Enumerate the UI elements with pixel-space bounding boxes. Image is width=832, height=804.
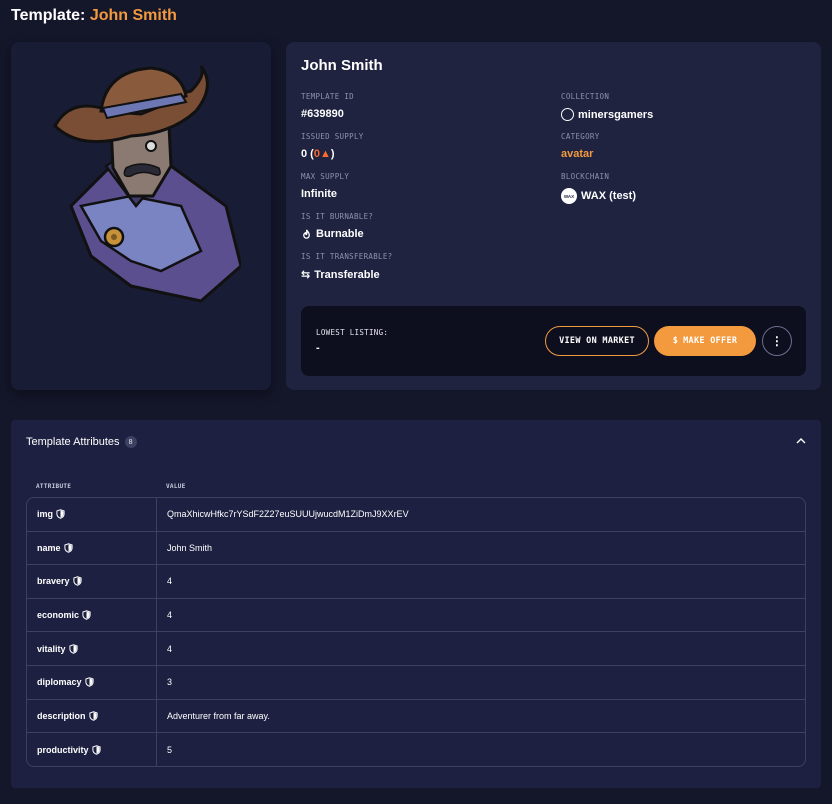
burned-close-paren: )	[330, 148, 335, 160]
attribute-name-cell: vitality	[27, 632, 157, 665]
burn-icon	[303, 228, 310, 239]
make-offer-button[interactable]: $ MAKE OFFER	[654, 326, 756, 356]
transferable-text: Transferable	[314, 268, 380, 281]
attribute-name-cell: diplomacy	[27, 665, 157, 699]
max-supply-field: MAX SUPPLY Infinite	[301, 172, 349, 200]
category-label: CATEGORY	[561, 132, 600, 141]
blockchain-label: BLOCKCHAIN	[561, 172, 610, 181]
page-title: Template: John Smith	[11, 7, 177, 25]
shield-icon	[88, 711, 98, 721]
shield-icon	[68, 643, 78, 654]
page-title-prefix: Template:	[11, 7, 86, 24]
burnable-text: Burnable	[316, 228, 364, 240]
table-row: description Adventurer from far away.	[27, 699, 805, 734]
lowest-listing-label: LOWEST LISTING:	[316, 328, 389, 337]
table-row: img QmaXhicwHfkc7rYSdF2Z27euSUUUjwucdM1Zi…	[27, 498, 805, 532]
attribute-value: 5	[167, 744, 173, 755]
attribute-value: Adventurer from far away.	[167, 710, 270, 721]
collection-name: minersgamers	[578, 108, 654, 121]
issued-supply-field: ISSUED SUPPLY 0 ( 0 ▲ )	[301, 132, 364, 160]
blockchain-field: BLOCKCHAIN WAX WAX (test)	[561, 172, 636, 204]
collection-link[interactable]: minersgamers	[561, 108, 653, 121]
attribute-name: description	[37, 710, 86, 721]
table-row: bravery 4	[27, 565, 805, 599]
more-vertical-icon: ⋮	[770, 334, 784, 348]
attribute-name-cell: bravery	[27, 565, 157, 598]
attributes-table: img QmaXhicwHfkc7rYSdF2Z27euSUUUjwucdM1Zi…	[26, 497, 806, 767]
attribute-name: name	[37, 542, 61, 553]
transferable-field: IS IT TRANSFERABLE? ⇆ Transferable	[301, 252, 393, 281]
attribute-name: productivity	[37, 744, 89, 755]
attribute-value: 3	[167, 677, 173, 688]
template-info-card: John Smith TEMPLATE ID #639890 COLLECTIO…	[286, 42, 821, 390]
collection-field: COLLECTION minersgamers	[561, 92, 653, 121]
template-name: John Smith	[301, 57, 383, 74]
page-title-name: John Smith	[89, 7, 177, 24]
attribute-name: vitality	[37, 643, 66, 654]
template-attributes-section: Template Attributes 8 ATTRIBUTE VALUE im…	[11, 420, 821, 788]
template-image	[53, 65, 241, 303]
shield-icon	[72, 576, 82, 587]
transferable-value: ⇆ Transferable	[301, 268, 393, 282]
template-id-field: TEMPLATE ID #639890	[301, 92, 354, 120]
make-offer-label: MAKE OFFER	[683, 336, 738, 346]
flame-icon: ▲	[319, 148, 331, 160]
shield-icon	[63, 543, 73, 553]
attribute-name-cell: name	[27, 531, 157, 565]
wax-logo-icon: WAX	[561, 188, 577, 204]
template-id-value: #639890	[301, 108, 344, 120]
issued-supply-value: 0 ( 0 ▲ )	[301, 148, 364, 160]
template-id-label: TEMPLATE ID	[301, 92, 354, 101]
transferable-label: IS IT TRANSFERABLE?	[301, 252, 393, 261]
view-on-market-button[interactable]: VIEW ON MARKET	[545, 326, 649, 356]
attribute-name-cell: economic	[27, 598, 157, 632]
table-row: diplomacy 3	[27, 665, 805, 700]
template-image-card	[11, 42, 271, 390]
attribute-name-cell: productivity	[27, 733, 157, 766]
issued-supply-label: ISSUED SUPPLY	[301, 132, 364, 141]
blockchain-value: WAX WAX (test)	[561, 188, 636, 204]
burned-open-paren: (	[307, 148, 314, 160]
burnable-value: Burnable	[301, 228, 373, 240]
attribute-column-header: ATTRIBUTE	[36, 483, 72, 490]
attribute-name: bravery	[37, 576, 70, 587]
attribute-value: 4	[167, 610, 173, 621]
burnable-field: IS IT BURNABLE? Burnable	[301, 212, 373, 240]
attribute-name: economic	[37, 610, 80, 621]
shield-icon	[82, 610, 91, 620]
table-row: productivity 5	[27, 733, 805, 766]
attribute-name: diplomacy	[37, 677, 82, 688]
shield-icon	[56, 509, 65, 520]
table-row: vitality 4	[27, 632, 805, 666]
shield-icon	[84, 677, 94, 688]
max-supply-value: Infinite	[301, 188, 338, 200]
dollar-icon: $	[672, 336, 679, 346]
collection-label: COLLECTION	[561, 92, 610, 101]
chevron-up-icon[interactable]	[796, 436, 806, 446]
attribute-value: 4	[167, 576, 173, 587]
shield-icon	[91, 745, 101, 755]
more-options-button[interactable]: ⋮	[762, 326, 792, 356]
collection-avatar-icon	[561, 108, 574, 121]
value-column-header: VALUE	[166, 483, 186, 490]
attribute-value: 4	[167, 643, 173, 654]
attribute-name-cell: img	[27, 498, 157, 531]
attributes-header[interactable]: Template Attributes 8	[26, 436, 137, 448]
attributes-count-badge: 8	[124, 436, 137, 448]
table-row: name John Smith	[27, 531, 805, 566]
blockchain-name: WAX (test)	[581, 190, 636, 202]
attribute-name-cell: description	[27, 699, 157, 733]
transfer-arrows-icon: ⇆	[301, 269, 311, 281]
attribute-value: QmaXhicwHfkc7rYSdF2Z27euSUUUjwucdM1ZiDmJ…	[167, 509, 409, 520]
table-row: economic 4	[27, 598, 805, 633]
attributes-title: Template Attributes	[26, 436, 120, 448]
attribute-value: John Smith	[167, 542, 213, 553]
lowest-listing-value: -	[316, 342, 320, 354]
attribute-name: img	[37, 509, 54, 520]
category-field: CATEGORY avatar	[561, 132, 600, 160]
lowest-listing-panel: LOWEST LISTING: - VIEW ON MARKET $ MAKE …	[301, 306, 806, 376]
category-link[interactable]: avatar	[561, 148, 600, 160]
max-supply-label: MAX SUPPLY	[301, 172, 350, 181]
burnable-label: IS IT BURNABLE?	[301, 212, 374, 221]
